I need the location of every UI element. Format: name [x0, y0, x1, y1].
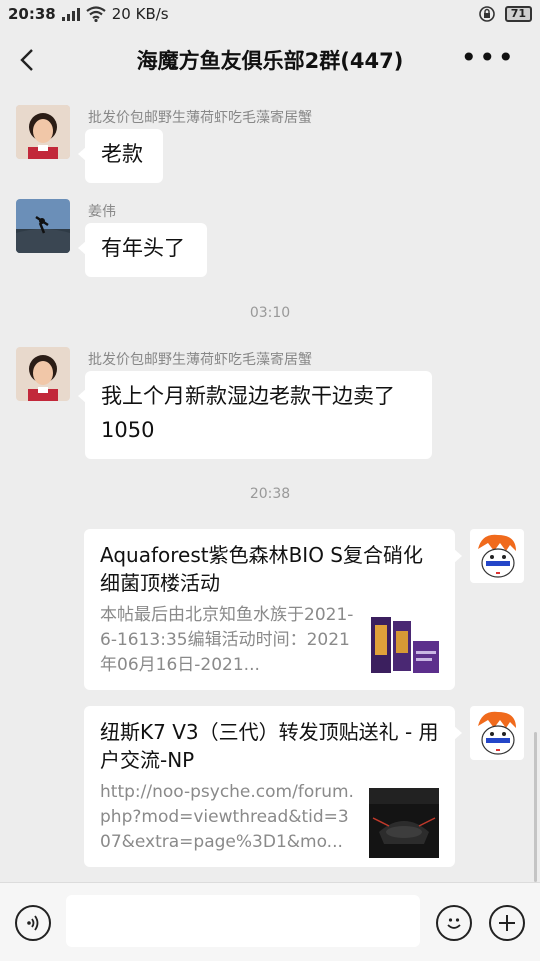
card-title: Aquaforest紫色森林BIO S复合硝化细菌顶楼活动: [100, 543, 423, 595]
card-description: 本帖最后由北京知鱼水族于2021-6-1613:35编辑活动时间：2021年06…: [100, 605, 354, 675]
shared-link-card[interactable]: Aquaforest紫色森林BIO S复合硝化细菌顶楼活动 本帖最后由北京知鱼水…: [84, 529, 462, 690]
more-icon[interactable]: •••: [460, 44, 516, 72]
battery-indicator: 71: [504, 6, 532, 22]
card-thumbnail: [369, 611, 439, 681]
message-bubble[interactable]: 我上个月新款湿边老款干边卖了1050: [78, 371, 432, 459]
message-bubble[interactable]: 有年头了: [78, 223, 207, 277]
avatar[interactable]: [16, 199, 70, 253]
add-icon[interactable]: [489, 905, 525, 941]
sender-name: 姜伟: [88, 204, 116, 220]
chat-title: 海魔方鱼友俱乐部2群(447): [136, 49, 404, 73]
input-bar: [0, 882, 540, 961]
lock-rotation-icon: [478, 6, 495, 22]
timestamp: 20:38: [249, 486, 291, 502]
sender-name: 批发价包邮野生薄荷虾吃毛藻寄居蟹: [88, 110, 312, 126]
avatar[interactable]: [470, 529, 524, 583]
signal-icon: [61, 7, 80, 21]
card-thumbnail: [369, 788, 439, 858]
sender-name: 批发价包邮野生薄荷虾吃毛藻寄居蟹: [88, 352, 312, 368]
voice-icon[interactable]: [15, 905, 51, 941]
message-bubble[interactable]: 老款: [78, 129, 163, 183]
message-input[interactable]: [66, 895, 420, 947]
wifi-icon: [86, 6, 106, 22]
network-speed: 20 KB/s: [111, 5, 169, 23]
status-bar: 20:38 20 KB/s 71: [0, 0, 540, 28]
card-title: 纽斯K7 V3（三代）转发顶贴送礼 - 用户交流-NP: [100, 720, 439, 772]
avatar[interactable]: [16, 105, 70, 159]
chat-header: 海魔方鱼友俱乐部2群(447) •••: [0, 28, 540, 92]
status-time: 20:38: [8, 5, 56, 23]
shared-link-card[interactable]: 纽斯K7 V3（三代）转发顶贴送礼 - 用户交流-NP http://noo-p…: [84, 706, 462, 867]
card-description: http://noo-psyche.com/forum.php?mod=view…: [100, 782, 354, 852]
avatar[interactable]: [16, 347, 70, 401]
scrollbar[interactable]: [534, 732, 537, 882]
back-arrow-icon[interactable]: [14, 46, 42, 74]
timestamp: 03:10: [249, 305, 291, 321]
avatar[interactable]: [470, 706, 524, 760]
emoji-icon[interactable]: [436, 905, 472, 941]
